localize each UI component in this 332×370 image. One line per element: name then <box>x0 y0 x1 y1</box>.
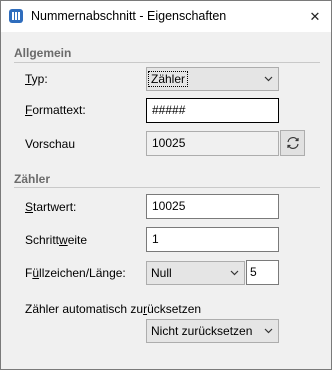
type-select-value: Zähler <box>147 71 189 87</box>
preview-field: 10025 <box>146 131 279 156</box>
chevron-down-icon <box>230 270 239 276</box>
type-label: Typ: <box>25 72 48 86</box>
refresh-preview-button[interactable] <box>280 130 305 156</box>
format-label: Formattext: <box>25 103 86 117</box>
start-value-input[interactable]: 10025 <box>146 194 279 219</box>
auto-reset-label: Zähler automatisch zurücksetzen <box>25 302 202 316</box>
auto-reset-select-value: Nicht zurücksetzen <box>151 324 253 338</box>
step-label: Schrittweite <box>25 233 88 247</box>
chevron-down-icon <box>264 328 273 334</box>
close-button[interactable]: ✕ <box>299 1 331 32</box>
chevron-down-icon <box>264 76 273 82</box>
refresh-icon <box>287 137 299 149</box>
section-divider <box>14 187 320 188</box>
auto-reset-select[interactable]: Nicht zurücksetzen <box>146 319 279 343</box>
section-divider <box>14 62 320 63</box>
title-bar: Nummernabschnitt - Eigenschaften ✕ <box>1 1 331 32</box>
window-title: Nummernabschnitt - Eigenschaften <box>31 9 227 23</box>
step-input[interactable]: 1 <box>146 227 279 252</box>
fill-char-label: Füllzeichen/Länge: <box>25 266 126 280</box>
fill-char-select-value: Null <box>151 266 172 280</box>
preview-label: Vorschau <box>25 137 76 151</box>
fill-char-select[interactable]: Null <box>146 261 245 285</box>
start-value-label: Startwert: <box>25 200 77 214</box>
section-heading-general: Allgemein <box>14 46 72 60</box>
fill-length-input[interactable]: 5 <box>246 260 279 285</box>
section-heading-counter: Zähler <box>14 172 51 186</box>
properties-dialog: Nummernabschnitt - Eigenschaften ✕ Allge… <box>0 0 332 370</box>
type-select[interactable]: Zähler <box>146 67 279 91</box>
document-columns-icon <box>9 9 23 23</box>
format-input[interactable]: ##### <box>146 98 279 123</box>
